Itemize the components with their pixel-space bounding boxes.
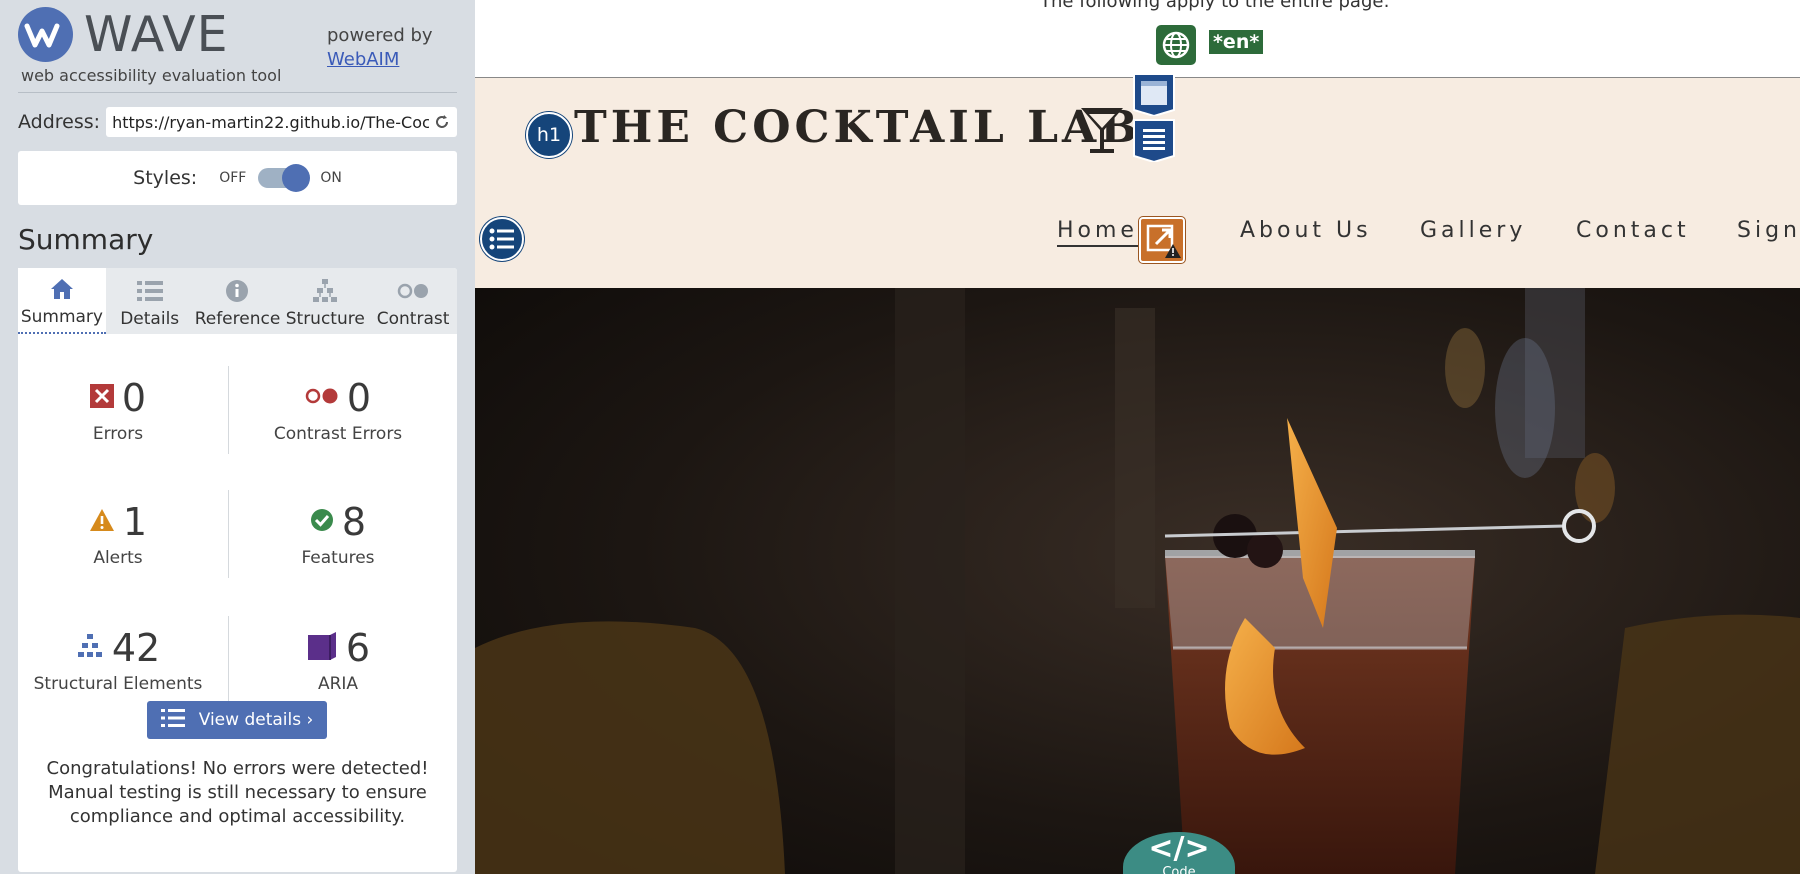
styles-toggle[interactable] [258, 164, 311, 192]
stat-contrast-errors[interactable]: 0 Contrast Errors [238, 376, 438, 444]
contrast-icon [397, 277, 429, 305]
hierarchy-icon [312, 277, 338, 305]
errors-label: Errors [92, 424, 144, 444]
styles-on-label: ON [320, 170, 342, 186]
summary-heading: Summary [18, 223, 154, 256]
cocktail-glass-icon [1079, 106, 1125, 160]
address-label: Address: [18, 111, 101, 133]
hero-image [475, 288, 1800, 874]
code-icon: </> [1148, 831, 1210, 866]
nav-sign[interactable]: Sign [1737, 218, 1800, 243]
article-region-icon[interactable] [1132, 118, 1176, 164]
tab-label: Details [120, 309, 180, 329]
structural-count: 42 [111, 626, 161, 670]
congrats-message: Congratulations! No errors were detected… [46, 758, 429, 827]
stat-structural[interactable]: 42 Structural Elements [18, 626, 218, 694]
stat-features[interactable]: 8 Features [238, 500, 438, 568]
powered-by: powered by WebAIM [327, 24, 433, 72]
stats-divider [228, 366, 229, 454]
structure-icon [76, 633, 104, 663]
site-title: THE COCKTAIL LAB [574, 102, 1142, 153]
error-icon [89, 384, 114, 412]
apply-text: The following apply to the entire page: [1040, 0, 1390, 12]
summary-panel: Summary Details Reference Structure Cont… [18, 268, 457, 872]
tab-contrast[interactable]: Contrast [369, 268, 457, 334]
language-badge[interactable]: *en* [1209, 30, 1264, 54]
styles-label: Styles: [133, 167, 198, 189]
styles-off-label: OFF [219, 170, 247, 186]
navigation-list-icon[interactable] [480, 217, 524, 261]
alert-icon [89, 508, 115, 536]
contrast-errors-label: Contrast Errors [273, 424, 403, 444]
list-icon [136, 277, 163, 305]
nav-gallery[interactable]: Gallery [1420, 218, 1526, 243]
stats-grid: 0 Errors 0 Contrast Errors 1 Alerts 8 Fe… [18, 334, 457, 764]
cocktail-photo [475, 288, 1800, 874]
address-row: Address: https://ryan-martin22.github.io… [18, 107, 457, 137]
address-value[interactable]: https://ryan-martin22.github.io/The-Cock… [112, 113, 429, 132]
structural-label: Structural Elements [33, 674, 203, 694]
stat-errors[interactable]: 0 Errors [18, 376, 218, 444]
tab-reference[interactable]: Reference [194, 268, 282, 334]
stat-alerts[interactable]: 1 Alerts [18, 500, 218, 568]
tab-label: Reference [194, 309, 281, 329]
nav-about-us[interactable]: About Us [1240, 218, 1372, 243]
stat-aria[interactable]: 6 ARIA [238, 626, 438, 694]
address-input[interactable]: https://ryan-martin22.github.io/The-Cock… [106, 107, 457, 137]
tab-summary[interactable]: Summary [18, 268, 106, 334]
nav-contact[interactable]: Contact [1576, 218, 1690, 243]
styles-toggle-row: Styles: OFF ON [18, 151, 457, 205]
stats-divider [228, 616, 229, 704]
tab-bar: Summary Details Reference Structure Cont… [18, 268, 457, 334]
contrast-errors-count: 0 [346, 376, 372, 420]
info-icon [225, 277, 249, 305]
stats-divider [228, 490, 229, 578]
tab-structure[interactable]: Structure [281, 268, 369, 334]
webaim-link[interactable]: WebAIM [327, 49, 399, 70]
nav-home[interactable]: Home [1057, 218, 1138, 247]
redundant-link-alert-icon[interactable] [1139, 217, 1185, 263]
h1-badge[interactable]: h1 [526, 112, 572, 158]
wave-subtitle: web accessibility evaluation tool [21, 66, 282, 85]
page-level-bar: The following apply to the entire page: … [475, 0, 1800, 78]
wave-sidebar: WAVE web accessibility evaluation tool p… [0, 0, 475, 874]
features-label: Features [301, 548, 375, 568]
tab-label: Summary [20, 307, 103, 327]
tab-details[interactable]: Details [106, 268, 194, 334]
site-header: h1 THE COCKTAIL LAB Home About Us Galler… [475, 73, 1800, 288]
view-details-label: View details › [198, 710, 314, 730]
features-count: 8 [341, 500, 367, 544]
wave-brand: WAVE web accessibility evaluation tool p… [18, 0, 457, 93]
aria-icon [306, 631, 338, 665]
errors-count: 0 [121, 376, 147, 420]
wave-title: WAVE [84, 6, 229, 63]
feature-icon [310, 508, 334, 536]
view-details-button[interactable]: View details › [147, 701, 327, 739]
code-badge[interactable]: </> Code [1123, 832, 1235, 874]
powered-by-text: powered by [327, 25, 433, 46]
contrast-error-icon [305, 387, 339, 409]
evaluated-page: The following apply to the entire page: … [475, 0, 1800, 874]
reload-icon[interactable] [433, 113, 451, 135]
tab-label: Structure [285, 309, 365, 329]
language-globe-icon[interactable] [1156, 25, 1196, 65]
alerts-count: 1 [122, 500, 148, 544]
alerts-label: Alerts [93, 548, 143, 568]
toggle-knob[interactable] [282, 164, 311, 192]
list-icon [160, 708, 185, 733]
wave-logo-icon [18, 7, 73, 62]
aria-label: ARIA [317, 674, 359, 694]
header-region-icon[interactable] [1132, 72, 1176, 118]
code-label: Code [1162, 865, 1196, 874]
home-icon [50, 275, 74, 303]
tab-label: Contrast [376, 309, 450, 329]
aria-count: 6 [345, 626, 371, 670]
